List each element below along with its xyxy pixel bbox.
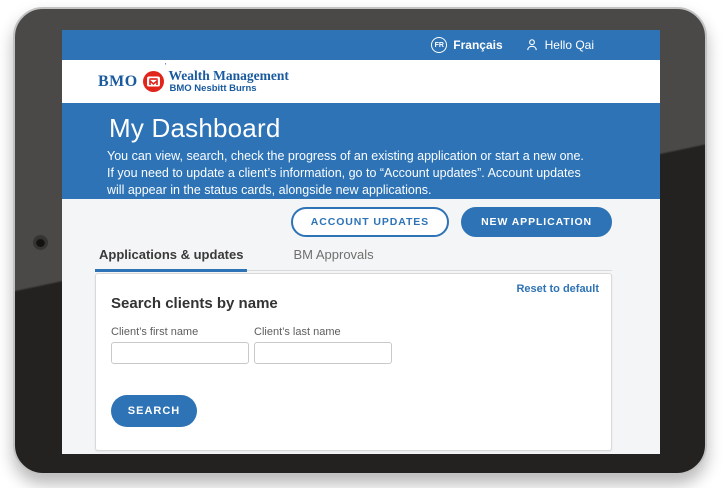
account-updates-button[interactable]: ACCOUNT UPDATES [291,207,449,237]
tablet-camera [36,238,45,247]
last-name-field-group: Client’s last name [254,326,392,364]
last-name-label: Client’s last name [254,326,392,338]
bmo-roundel-icon [143,71,164,92]
reset-to-default-link[interactable]: Reset to default [516,283,599,295]
first-name-field-group: Client’s first name [111,326,249,364]
tab-bar: Applications & updates BM Approvals [95,241,612,271]
user-icon [525,38,539,52]
brand-line2: BMO Nesbitt Burns [170,84,289,95]
utility-bar: FR Français Hello Qai [62,30,660,60]
bmo-wordmark: BMO [98,73,138,91]
new-application-button[interactable]: NEW APPLICATION [461,207,612,237]
language-switcher[interactable]: FR Français [431,37,502,53]
dashboard-hero: My Dashboard You can view, search, check… [62,103,660,199]
first-name-label: Client’s first name [111,326,249,338]
tablet-frame: FR Français Hello Qai BMO [13,7,707,475]
search-card-title: Search clients by name [111,295,599,312]
user-greeting: Hello Qai [545,38,594,52]
page-title: My Dashboard [109,113,660,144]
page-description: You can view, search, check the progress… [107,148,585,199]
search-clients-card: Reset to default Search clients by name … [95,273,612,451]
last-name-input[interactable] [254,342,392,364]
logo-bar: BMO ’ Wealth Management BMO Nesbitt Burn… [62,60,660,103]
brand-line1: Wealth Management [169,68,289,84]
main-content: ACCOUNT UPDATES NEW APPLICATION Applicat… [62,199,660,454]
action-buttons: ACCOUNT UPDATES NEW APPLICATION [95,199,660,237]
tab-bm-approvals[interactable]: BM Approvals [289,241,377,272]
language-label: Français [453,38,502,52]
user-menu[interactable]: Hello Qai [525,38,594,52]
language-fr-icon: FR [431,37,447,53]
first-name-input[interactable] [111,342,249,364]
app-screen: FR Français Hello Qai BMO [62,30,660,454]
tab-applications-updates[interactable]: Applications & updates [95,241,247,272]
trademark-mark: ’ [165,62,167,71]
mockup-stage: FR Français Hello Qai BMO [0,0,723,488]
search-button[interactable]: SEARCH [111,395,197,427]
search-fields: Client’s first name Client’s last name [111,326,599,364]
